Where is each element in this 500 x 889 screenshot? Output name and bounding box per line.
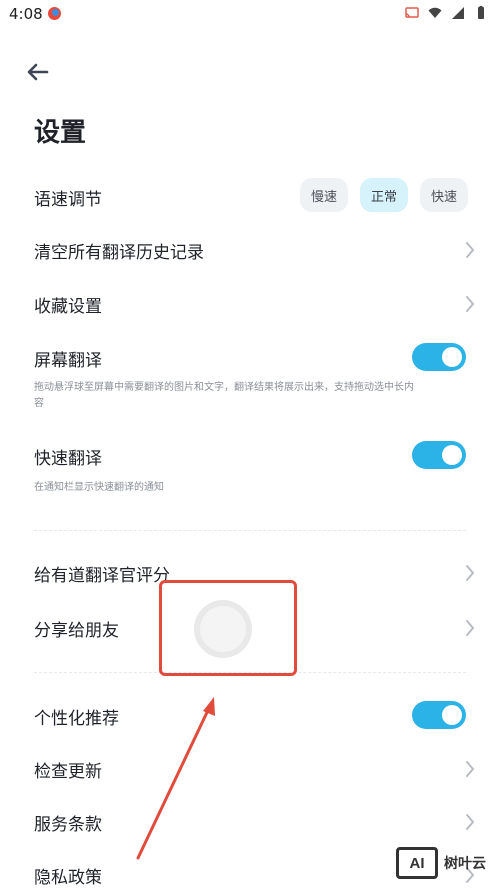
- status-icons: [405, 6, 488, 20]
- status-bar: 4:08: [0, 0, 500, 28]
- section-divider: [34, 530, 466, 531]
- favorites-settings-row[interactable]: 收藏设置: [0, 284, 500, 324]
- wifi-icon: [428, 7, 442, 18]
- chevron-right-icon: [466, 761, 475, 777]
- back-button[interactable]: [24, 58, 52, 86]
- speed-options: 慢速 正常 快速: [300, 178, 468, 212]
- quick-translate-row: 快速翻译 在通知栏显示快速翻译的通知: [0, 436, 500, 500]
- highlight-box: [159, 580, 297, 676]
- battery-icon: [478, 6, 484, 19]
- app-notification-icon: [48, 7, 61, 20]
- signal-icon: [452, 7, 464, 19]
- cast-icon: [405, 7, 419, 18]
- screen-translate-row: 屏幕翻译 拖动悬浮球至屏幕中需要翻译的图片和文字，翻译结果将展示出来，支持拖动选…: [0, 338, 500, 418]
- chevron-right-icon: [466, 296, 475, 312]
- privacy-label: 隐私政策: [34, 868, 102, 888]
- arrow-left-icon: [27, 63, 49, 81]
- terms-label: 服务条款: [34, 815, 102, 835]
- quick-translate-label: 快速翻译: [34, 449, 102, 469]
- favorites-settings-label: 收藏设置: [34, 297, 102, 317]
- speed-normal-button[interactable]: 正常: [360, 178, 408, 212]
- watermark: AI 树叶云: [396, 838, 500, 888]
- check-update-label: 检查更新: [34, 762, 102, 782]
- speed-fast-button[interactable]: 快速: [420, 178, 468, 212]
- clear-history-row[interactable]: 清空所有翻译历史记录: [0, 230, 500, 270]
- status-time: 4:08: [9, 5, 43, 23]
- chevron-right-icon: [466, 565, 475, 581]
- watermark-logo: AI: [396, 847, 438, 879]
- share-label: 分享给朋友: [34, 621, 119, 641]
- clear-history-label: 清空所有翻译历史记录: [34, 243, 204, 263]
- personalized-recommend-label: 个性化推荐: [34, 709, 119, 729]
- page-title: 设置: [34, 118, 87, 148]
- chevron-right-icon: [466, 620, 475, 636]
- rate-app-label: 给有道翻译官评分: [34, 566, 170, 586]
- screen-translate-description: 拖动悬浮球至屏幕中需要翻译的图片和文字，翻译结果将展示出来，支持拖动选中长内容: [34, 382, 414, 409]
- chevron-right-icon: [466, 814, 475, 830]
- personalized-recommend-row: 个性化推荐: [0, 696, 500, 736]
- screen-translate-label: 屏幕翻译: [34, 351, 102, 371]
- terms-row[interactable]: 服务条款: [0, 802, 500, 842]
- quick-translate-description: 在通知栏显示快速翻译的通知: [34, 482, 164, 493]
- check-update-row[interactable]: 检查更新: [0, 749, 500, 789]
- quick-translate-toggle[interactable]: [412, 441, 466, 469]
- chevron-right-icon: [466, 242, 475, 258]
- speed-label: 语速调节: [34, 190, 102, 210]
- speed-slow-button[interactable]: 慢速: [300, 178, 348, 212]
- personalized-recommend-toggle[interactable]: [412, 701, 466, 729]
- screen-translate-toggle[interactable]: [412, 343, 466, 371]
- watermark-text: 树叶云: [444, 856, 486, 872]
